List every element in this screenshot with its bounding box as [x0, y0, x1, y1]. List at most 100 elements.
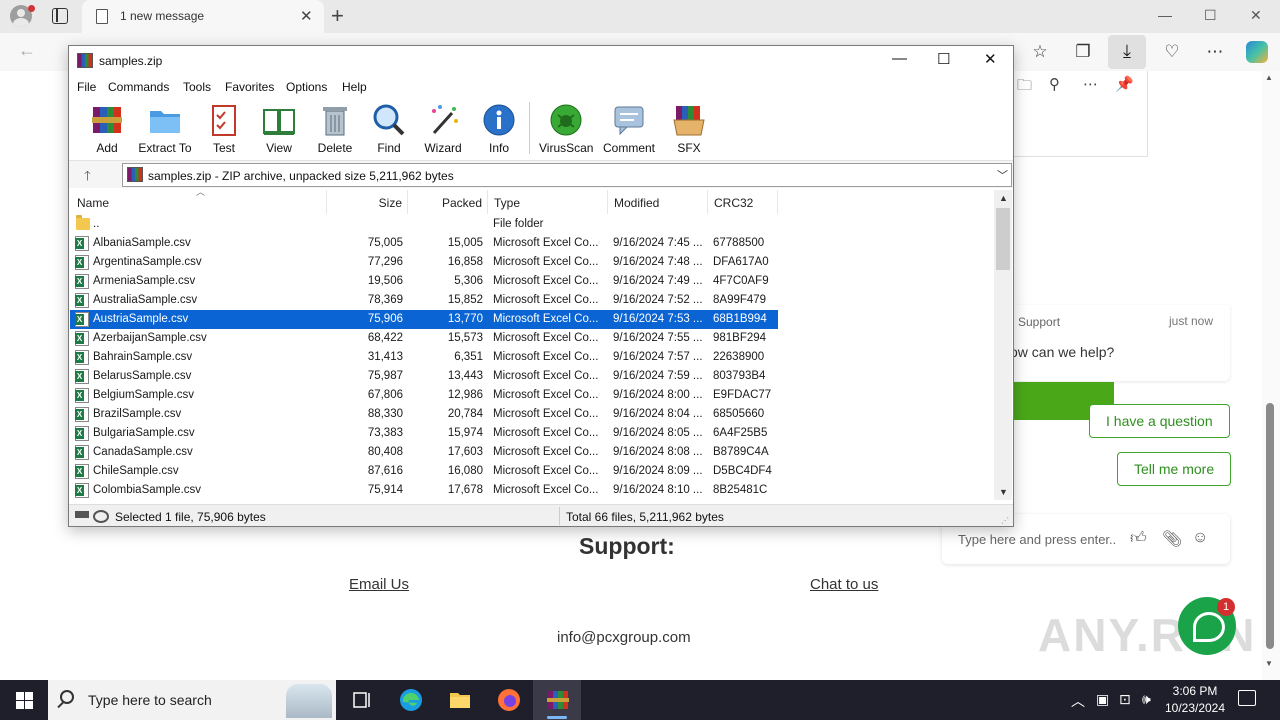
tool-delete-button[interactable]: Delete	[315, 103, 355, 157]
tool-virusscan-button[interactable]: VirusScan	[539, 103, 593, 157]
scroll-down-arrow-icon[interactable]: ▼	[999, 487, 1008, 497]
file-row[interactable]: ArmeniaSample.csv 19,506 5,306 Microsoft Ex…	[70, 272, 778, 291]
winrar-titlebar[interactable]: samples.zip — ☐ ✕	[69, 46, 1013, 76]
thumbs-up-icon[interactable]: 👍︎	[1130, 529, 1147, 548]
tab-actions-icon[interactable]	[52, 8, 68, 24]
parent-folder-row[interactable]: .. File folder	[70, 215, 778, 234]
chat-option-tell-more[interactable]: Tell me more	[1117, 452, 1232, 486]
file-packed-size: 15,974	[447, 427, 483, 439]
scroll-down-arrow-icon[interactable]: ▼	[1265, 659, 1273, 668]
downloads-button[interactable]: ⤓	[1108, 35, 1146, 69]
menu-file[interactable]: File	[77, 80, 96, 94]
menu-options[interactable]: Options	[286, 80, 327, 94]
chat-input-field[interactable]: Type here and press enter..	[958, 532, 1116, 547]
taskbar-firefox-button[interactable]	[484, 680, 532, 720]
back-arrow-icon[interactable]: ←	[18, 40, 36, 61]
column-header-packed[interactable]: Packed	[408, 190, 488, 214]
column-header-crc32[interactable]: CRC32	[708, 190, 778, 214]
favorites-star-icon[interactable]: ☆	[1028, 42, 1052, 62]
notifications-icon[interactable]	[1238, 690, 1256, 706]
menu-commands[interactable]: Commands	[108, 80, 169, 94]
menu-help[interactable]: Help	[342, 80, 367, 94]
email-us-link[interactable]: Email Us	[349, 576, 409, 593]
clock-date: 10/23/2024	[1164, 701, 1226, 715]
file-row[interactable]: BahrainSample.csv 31,413 6,351 Microsoft Ex…	[70, 348, 778, 367]
attachment-icon[interactable]: 📎︎	[1162, 529, 1182, 549]
emoji-icon[interactable]: ☺	[1192, 529, 1208, 547]
file-row[interactable]: ColombiaSample.csv 75,914 17,678 Microsoft …	[70, 481, 778, 500]
show-hidden-icons-chevron-icon[interactable]: ︿	[1071, 691, 1085, 711]
browser-essentials-icon[interactable]: ♡	[1160, 42, 1184, 62]
file-size: 67,806	[367, 389, 403, 401]
column-header-size[interactable]: Size	[327, 190, 408, 214]
tab-close-icon[interactable]: ✕	[300, 7, 313, 25]
column-header-modified[interactable]: Modified	[608, 190, 708, 214]
winrar-maximize-button[interactable]: ☐	[937, 50, 950, 68]
file-row[interactable]: BelgiumSample.csv 67,806 12,986 Microsoft E…	[70, 386, 778, 405]
taskbar-search-box[interactable]: Type here to search	[48, 680, 336, 720]
taskbar-edge-button[interactable]	[386, 680, 434, 720]
file-row[interactable]: BelarusSample.csv 75,987 13,443 Microsoft E…	[70, 367, 778, 386]
tool-test-button[interactable]: Test	[207, 103, 241, 157]
file-row[interactable]: AustraliaSample.csv 78,369 15,852 Microsoft…	[70, 291, 778, 310]
file-row[interactable]: AlbaniaSample.csv 75,005 15,005 Microsoft E…	[70, 234, 778, 253]
copilot-icon[interactable]	[1246, 41, 1268, 63]
more-options-icon[interactable]: ⋯	[1203, 42, 1227, 62]
taskbar-clock[interactable]: 3:06 PM 10/23/2024	[1160, 683, 1230, 717]
file-row[interactable]: AzerbaijanSample.csv 68,422 15,573 Microsof…	[70, 329, 778, 348]
browser-close-button[interactable]: ✕	[1250, 7, 1262, 24]
up-folder-arrow-icon[interactable]: 🡑	[84, 167, 91, 189]
menu-favorites[interactable]: Favorites	[225, 80, 274, 94]
browser-minimize-button[interactable]: —	[1158, 7, 1172, 23]
column-header-type[interactable]: Type	[488, 190, 608, 214]
tool-extract-button[interactable]: Extract To	[137, 103, 193, 157]
page-scroll-thumb[interactable]	[1266, 403, 1274, 649]
task-view-button[interactable]	[337, 680, 385, 720]
browser-tab-active[interactable]: 1 new message ✕	[82, 0, 324, 33]
file-modified: 9/16/2024 7:59 ...	[613, 370, 703, 382]
open-folder-icon[interactable]: 🗀	[1017, 75, 1032, 100]
file-row[interactable]: BrazilSample.csv 88,330 20,784 Microsoft Ex…	[70, 405, 778, 424]
downloads-more-icon[interactable]: ⋯	[1083, 75, 1098, 93]
taskbar-search-input[interactable]: Type here to search	[88, 692, 212, 708]
scroll-up-arrow-icon[interactable]: ▲	[1265, 73, 1273, 82]
menu-tools[interactable]: Tools	[183, 80, 211, 94]
file-row[interactable]: CanadaSample.csv 80,408 17,603 Microsoft Ex…	[70, 443, 778, 462]
file-row[interactable]: ChileSample.csv 87,616 16,080 Microsoft Exc…	[70, 462, 778, 481]
file-name: ChileSample.csv	[93, 465, 179, 477]
new-tab-button[interactable]: +	[331, 3, 344, 29]
volume-icon[interactable]: 🕪︎	[1142, 691, 1151, 708]
tool-find-button[interactable]: Find	[369, 103, 409, 157]
winrar-close-button[interactable]: ✕	[984, 50, 997, 68]
chevron-down-icon[interactable]: ﹀	[997, 167, 1008, 183]
tool-add-button[interactable]: Add	[87, 103, 127, 157]
scroll-up-arrow-icon[interactable]: ▲	[999, 193, 1008, 203]
tool-sfx-button[interactable]: SFX	[669, 103, 709, 157]
chat-option-question[interactable]: I have a question	[1089, 404, 1230, 438]
tool-comment-button[interactable]: Comment	[601, 103, 657, 157]
file-row-selected[interactable]: AustriaSample.csv 75,906 13,770 Microsoft E…	[70, 310, 778, 329]
network-device-icon[interactable]: ▣	[1096, 691, 1109, 708]
taskbar-winrar-button[interactable]	[533, 680, 581, 720]
collections-icon[interactable]: ❐	[1071, 42, 1095, 62]
search-downloads-icon[interactable]: ⚲	[1049, 75, 1060, 93]
tool-wizard-button[interactable]: Wizard	[423, 103, 463, 157]
column-header-name[interactable]: Name ︿	[70, 190, 327, 214]
file-row[interactable]: BulgariaSample.csv 73,383 15,974 Microsoft …	[70, 424, 778, 443]
pin-panel-icon[interactable]: 📌	[1115, 75, 1134, 93]
page-scrollbar[interactable]: ▲ ▼	[1262, 71, 1280, 680]
winrar-minimize-button[interactable]: —	[892, 50, 907, 67]
tool-view-button[interactable]: View	[259, 103, 299, 157]
file-row[interactable]: ArgentinaSample.csv 77,296 16,858 Microsoft…	[70, 253, 778, 272]
chat-to-us-link[interactable]: Chat to us	[810, 576, 878, 593]
file-list-scrollbar[interactable]: ▲ ▼	[994, 190, 1012, 500]
browser-restore-button[interactable]: ☐	[1204, 7, 1217, 24]
tool-info-button[interactable]: Info	[479, 103, 519, 157]
file-list-scroll-thumb[interactable]	[996, 208, 1010, 270]
network-icon[interactable]: ⊡	[1119, 691, 1131, 708]
resize-grip-icon[interactable]: ⋰	[1001, 516, 1009, 525]
file-size: 68,422	[367, 332, 403, 344]
archive-path-dropdown[interactable]: samples.zip - ZIP archive, unpacked size…	[122, 163, 1012, 187]
windows-start-icon[interactable]	[16, 692, 33, 709]
taskbar-explorer-button[interactable]	[435, 680, 483, 720]
